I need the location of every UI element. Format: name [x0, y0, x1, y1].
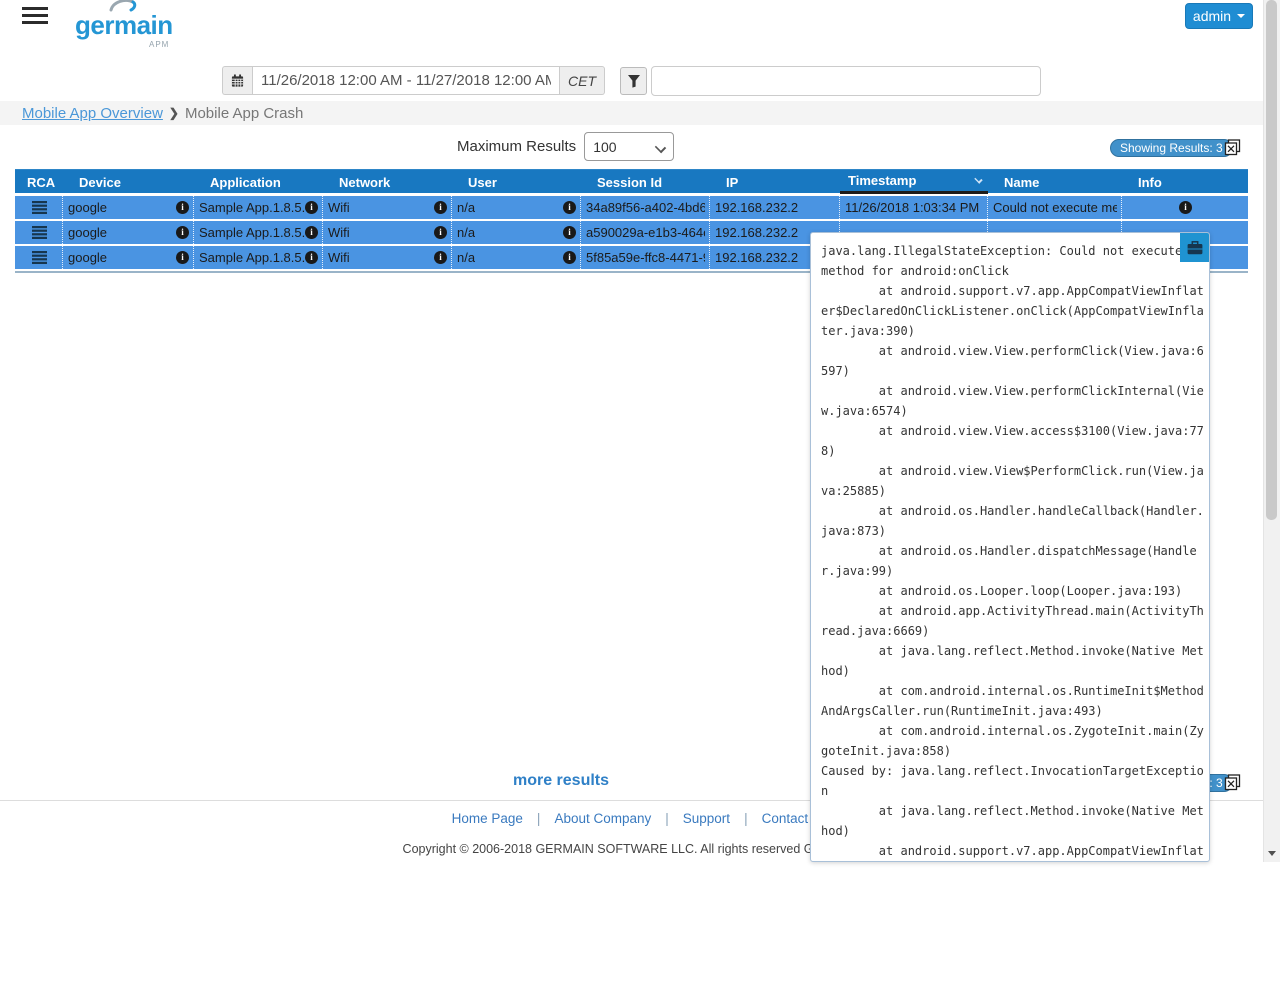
application-cell: Sample App.1.8.5.1-S — [199, 250, 305, 265]
briefcase-icon — [1187, 241, 1203, 255]
info-icon[interactable] — [563, 226, 576, 239]
name-cell: Could not execute me... — [993, 200, 1117, 215]
column-header-session-id[interactable]: Session Id — [581, 170, 710, 194]
device-cell: google — [68, 250, 107, 265]
more-results-link[interactable]: more results — [411, 772, 711, 790]
date-range-input[interactable] — [252, 66, 560, 95]
footer-separator: | — [537, 811, 541, 826]
footer-link-home-page[interactable]: Home Page — [452, 811, 523, 826]
info-icon[interactable] — [563, 251, 576, 264]
column-header-network[interactable]: Network — [323, 170, 452, 194]
column-header-ip[interactable]: IP — [710, 170, 840, 194]
info-icon[interactable] — [305, 251, 318, 264]
rca-button[interactable] — [15, 196, 63, 219]
session-id-cell: a590029a-e1b3-464e... — [586, 225, 705, 240]
session-id-cell: 5f85a59e-ffc8-4471-9... — [586, 250, 705, 265]
logo-subtitle: APM — [149, 40, 169, 49]
timezone-label: CET — [560, 66, 605, 95]
footer-link-about-company[interactable]: About Company — [554, 811, 651, 826]
info-icon[interactable] — [176, 251, 189, 264]
copy-results-icon[interactable] — [1224, 774, 1241, 791]
filter-funnel-icon — [627, 74, 641, 88]
calendar-icon — [231, 74, 244, 88]
network-cell: Wifi — [328, 200, 350, 215]
device-cell: google — [68, 200, 107, 215]
admin-menu-label: admin — [1193, 8, 1231, 24]
ip-cell: 192.168.232.2 — [715, 225, 798, 240]
column-header-rca[interactable]: RCA — [15, 170, 63, 194]
network-cell: Wifi — [328, 250, 350, 265]
user-cell: n/a — [457, 200, 475, 215]
info-icon[interactable] — [434, 201, 447, 214]
stack-trace-text: java.lang.IllegalStateException: Could n… — [811, 233, 1209, 862]
timestamp-cell: 11/26/2018 1:03:34 PM — [845, 200, 979, 215]
max-results-group: Maximum Results 100 — [457, 132, 674, 161]
info-icon[interactable] — [563, 201, 576, 214]
max-results-select[interactable]: 100 — [584, 132, 674, 161]
menu-hamburger-icon[interactable] — [22, 7, 48, 28]
rca-lines-icon — [32, 201, 47, 214]
footer-separator: | — [665, 811, 669, 826]
logo-text: germain — [75, 10, 173, 41]
info-icon[interactable] — [305, 226, 318, 239]
column-header-timestamp-label: Timestamp — [848, 173, 916, 188]
rca-lines-icon — [32, 226, 47, 239]
scrollbar-thumb[interactable] — [1266, 0, 1277, 520]
user-cell: n/a — [457, 225, 475, 240]
info-icon[interactable] — [176, 226, 189, 239]
ip-cell: 192.168.232.2 — [715, 200, 798, 215]
copy-results-icon[interactable] — [1224, 139, 1241, 156]
sort-caret-down-icon — [974, 175, 982, 183]
page: germain APM admin CET Mobile Ap — [0, 0, 1280, 984]
info-icon[interactable] — [1179, 201, 1192, 214]
info-icon[interactable] — [434, 251, 447, 264]
column-header-application[interactable]: Application — [194, 170, 323, 194]
column-header-info[interactable]: Info — [1122, 170, 1248, 194]
max-results-label: Maximum Results — [457, 138, 576, 155]
footer-separator: | — [744, 811, 748, 826]
breadcrumb-current: Mobile App Crash — [185, 105, 303, 122]
stack-trace-popup: java.lang.IllegalStateException: Could n… — [810, 232, 1210, 862]
application-cell: Sample App.1.8.5.1-S — [199, 225, 305, 240]
device-cell: google — [68, 225, 107, 240]
max-results-select-wrap: 100 — [584, 132, 674, 161]
admin-menu-button[interactable]: admin — [1185, 3, 1253, 29]
info-icon[interactable] — [305, 201, 318, 214]
ip-cell: 192.168.232.2 — [715, 250, 798, 265]
date-range-group: CET — [222, 66, 605, 95]
footer-link-support[interactable]: Support — [683, 811, 730, 826]
rca-analysis-button[interactable] — [1180, 233, 1209, 262]
scrollbar-down-arrow[interactable] — [1263, 845, 1280, 862]
network-cell: Wifi — [328, 225, 350, 240]
column-header-name[interactable]: Name — [988, 170, 1122, 194]
user-cell: n/a — [457, 250, 475, 265]
filter-button[interactable] — [620, 67, 647, 95]
application-cell: Sample App.1.8.5.1-S — [199, 200, 305, 215]
session-id-cell: 34a89f56-a402-4bd6-... — [586, 200, 705, 215]
column-header-device[interactable]: Device — [63, 170, 194, 194]
breadcrumb: Mobile App Overview ❯ Mobile App Crash — [0, 101, 1280, 125]
rca-button[interactable] — [15, 221, 63, 244]
rca-button[interactable] — [15, 246, 63, 269]
rca-lines-icon — [32, 251, 47, 264]
breadcrumb-link-mobile-app-overview[interactable]: Mobile App Overview — [22, 105, 163, 122]
table-row[interactable]: google Sample App.1.8.5.1-S Wifi n/a 34a… — [15, 196, 1248, 219]
showing-results-badge: Showing Results: 3 — [1110, 139, 1233, 157]
info-icon[interactable] — [434, 226, 447, 239]
search-input[interactable] — [651, 66, 1041, 96]
calendar-button[interactable] — [222, 66, 252, 95]
table-header-row: RCA Device Application Network User Sess… — [15, 169, 1248, 193]
caret-down-icon — [1237, 14, 1245, 18]
column-header-timestamp[interactable]: Timestamp — [840, 170, 988, 194]
info-icon[interactable] — [176, 201, 189, 214]
column-header-user[interactable]: User — [452, 170, 581, 194]
germain-logo[interactable]: germain APM — [75, 2, 185, 48]
breadcrumb-chevron-icon: ❯ — [169, 106, 179, 120]
